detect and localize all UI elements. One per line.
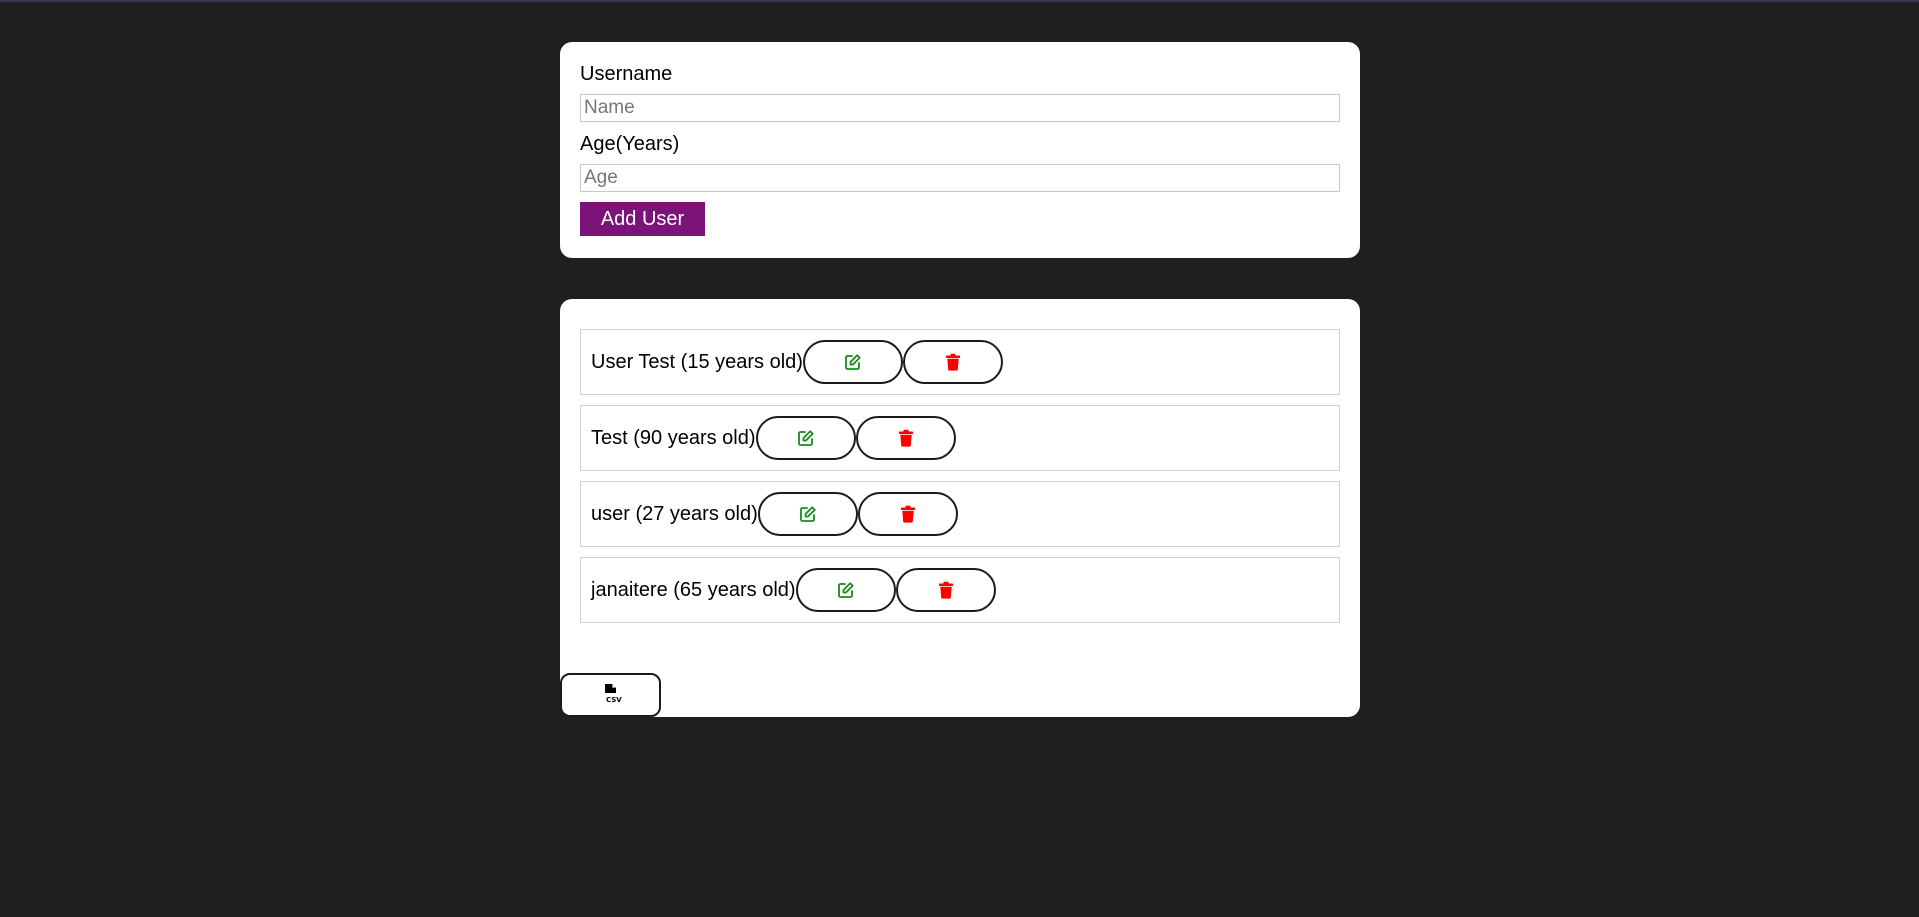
age-label: Age(Years) [580,133,680,155]
trash-icon [938,581,954,599]
user-list-item: Test (90 years old) [580,405,1340,471]
add-user-button[interactable]: Add User [580,202,705,236]
user-list-item: user (27 years old) [580,481,1340,547]
edit-user-button[interactable] [757,492,858,536]
user-list-item: janaitere (65 years old) [580,557,1340,623]
edit-user-button[interactable] [755,416,856,460]
csv-icon-text: CSV [606,696,622,704]
user-entry-text: user (27 years old) [591,502,758,525]
export-csv-button[interactable]: CSV [560,673,661,717]
delete-user-button[interactable] [857,492,958,536]
user-entry-text: Test (90 years old) [591,426,756,449]
edit-icon [797,429,815,447]
user-list-card: User Test (15 years old) Test (90 years … [560,299,1360,717]
age-input[interactable] [580,164,1340,192]
edit-icon [844,353,862,371]
username-input[interactable] [580,94,1340,122]
user-entry-text: janaitere (65 years old) [591,578,796,601]
trash-icon [900,505,916,523]
user-list: User Test (15 years old) Test (90 years … [580,329,1340,623]
add-user-form: Username Age(Years) Add User [560,42,1360,258]
username-label: Username [580,63,673,85]
edit-user-button[interactable] [802,340,903,384]
trash-icon [945,353,961,371]
delete-user-button[interactable] [895,568,996,612]
delete-user-button[interactable] [902,340,1003,384]
edit-icon [837,581,855,599]
user-entry-text: User Test (15 years old) [591,350,803,373]
delete-user-button[interactable] [855,416,956,460]
edit-icon [799,505,817,523]
edit-user-button[interactable] [795,568,896,612]
user-list-item: User Test (15 years old) [580,329,1340,395]
csv-file-icon: CSV [600,683,622,708]
trash-icon [898,429,914,447]
